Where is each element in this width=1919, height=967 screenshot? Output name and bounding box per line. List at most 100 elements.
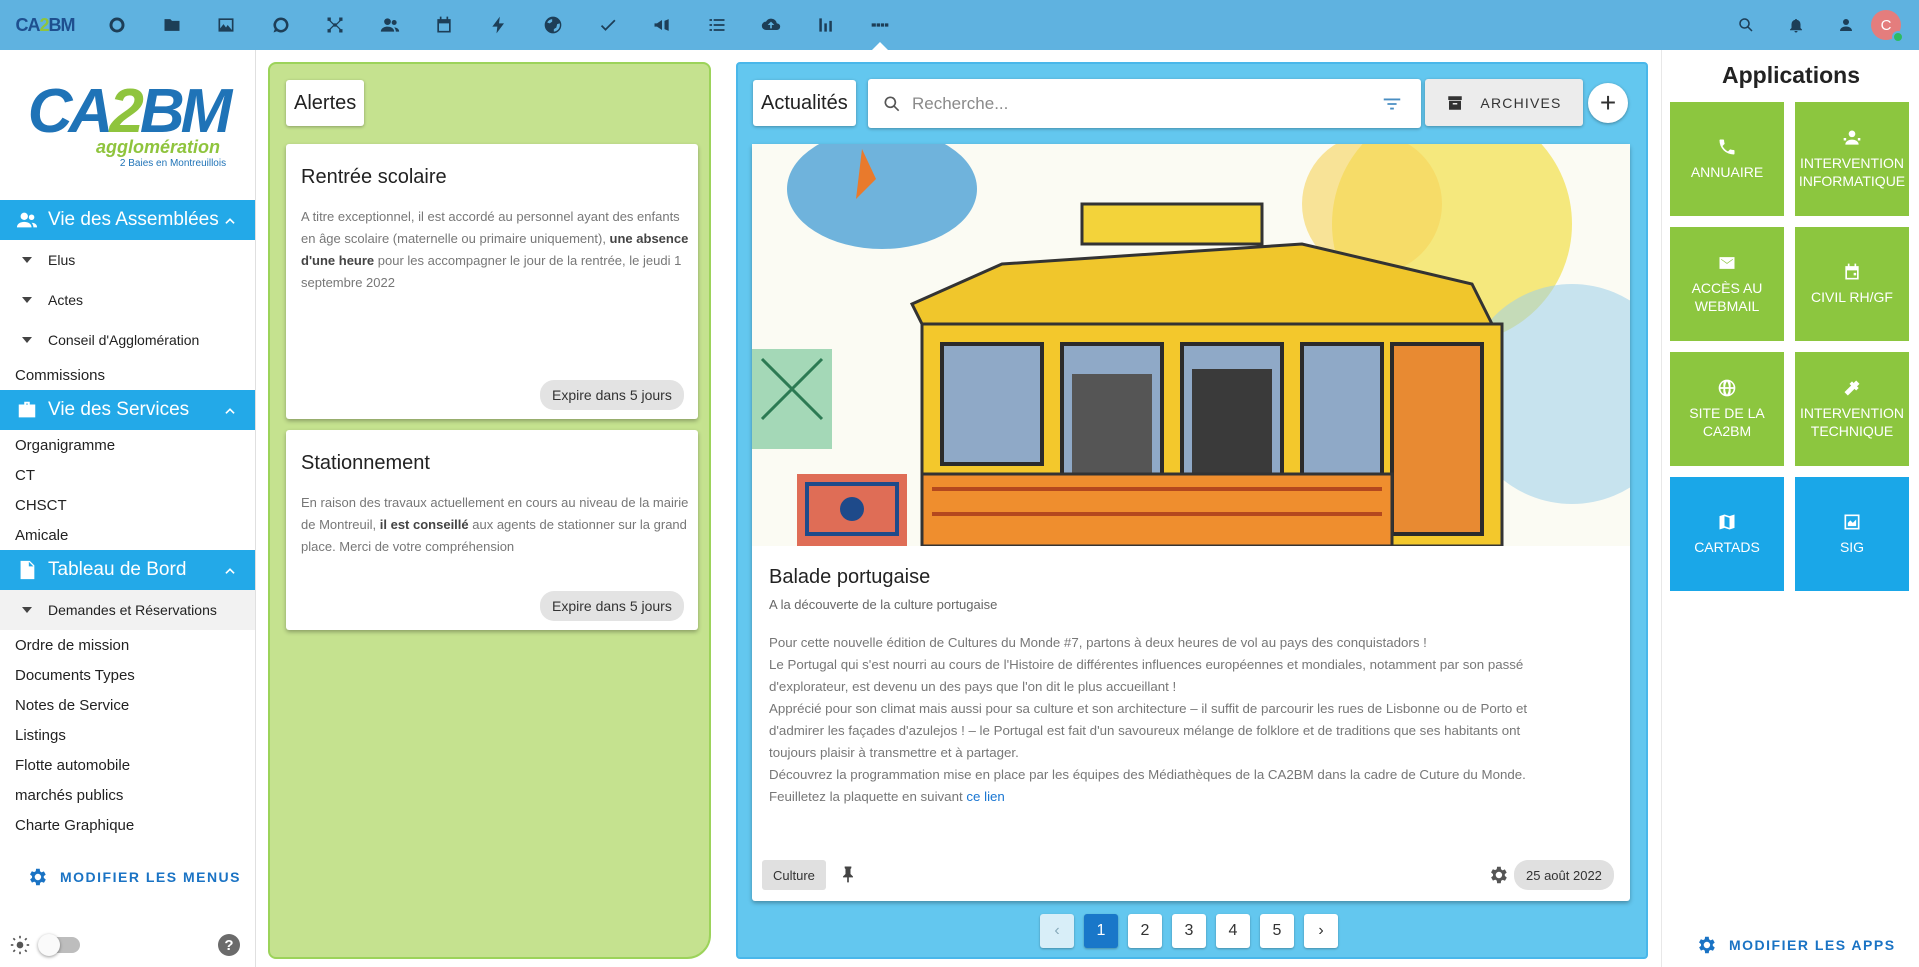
app-tile-cartads[interactable]: CARTADS [1670,477,1784,591]
sidebar-item-label: Actes [48,292,84,308]
network-icon[interactable] [308,0,363,50]
app-tile-label: ACCÈS AU WEBMAIL [1691,280,1763,314]
page-button[interactable]: 1 [1084,914,1118,948]
list-icon[interactable] [690,0,745,50]
sidebar-link-flotte-automobile[interactable]: Flotte automobile [0,750,255,780]
sidebar-link-chsct[interactable]: CHSCT [0,490,255,520]
sidebar-item-label: Elus [48,252,76,268]
pin-icon[interactable] [838,864,858,884]
article-line: Le Portugal qui s'est nourri au cours de… [769,657,1524,672]
app-tile-site-ca2bm[interactable]: SITE DE LA CA2BM [1670,352,1784,466]
modify-menus-button[interactable]: MODIFIER LES MENUS [26,866,241,888]
top-right-tools: C [1721,0,1919,50]
sidebar-link-marches-publics[interactable]: marchés publics [0,780,255,810]
sidebar-item-elus[interactable]: Elus [0,240,255,280]
app-tile-label: ANNUAIRE [1690,164,1764,180]
sidebar-link-amicale[interactable]: Amicale [0,520,255,550]
page-button[interactable]: 2 [1128,914,1162,948]
add-news-button[interactable]: + [1588,83,1628,123]
logo-text-left: CA [15,14,40,35]
ca2bm-logo-icon[interactable] [853,0,908,50]
toggle-knob [38,934,60,956]
previous-page-button[interactable]: ‹ [1040,914,1074,948]
sidebar-footer: ? [0,923,256,967]
cloud-upload-icon[interactable] [744,0,799,50]
sidebar-item-actes[interactable]: Actes [0,280,255,320]
article-title: Balade portugaise [769,566,931,588]
app-tile-sig[interactable]: SIG [1795,477,1909,591]
sidebar-link-documents-types[interactable]: Documents Types [0,660,255,690]
modify-apps-button[interactable]: MODIFIER LES APPS [1695,934,1896,956]
article-link[interactable]: ce lien [966,789,1004,804]
app-tile-intervention-technique[interactable]: INTERVENTION TECHNIQUE [1795,352,1909,466]
news-card[interactable]: Balade portugaise A la découverte de la … [752,144,1630,901]
filter-icon[interactable] [1381,93,1403,115]
image-icon[interactable] [199,0,254,50]
megaphone-icon[interactable] [635,0,690,50]
page-button[interactable]: 4 [1216,914,1250,948]
article-line: toujours plaisir à transmettre et à part… [769,745,1019,760]
sidebar-link-commissions[interactable]: Commissions [0,360,255,390]
app-tile-civil-rh-gf[interactable]: CIVIL RH/GF [1795,227,1909,341]
map-icon [1719,514,1735,530]
search-icon[interactable] [1721,0,1771,50]
sidebar-link-ordre-de-mission[interactable]: Ordre de mission [0,630,255,660]
app-tile-label: CARTADS [1694,539,1760,555]
expand-arrow-icon [22,257,32,263]
chat-icon[interactable] [254,0,309,50]
alert-card[interactable]: Stationnement En raison des travaux actu… [286,430,698,630]
account-icon[interactable] [1821,0,1871,50]
circle-icon[interactable] [90,0,145,50]
gear-icon[interactable] [1487,864,1509,886]
article-date-badge: 25 août 2022 [1514,860,1614,890]
left-sidebar: CA2BM agglomération 2 Baies en Montreuil… [0,50,256,967]
document-icon [20,560,35,580]
sidebar-link-listings[interactable]: Listings [0,720,255,750]
expand-arrow-icon [22,297,32,303]
ca2bm-small-logo[interactable]: CA 2 BM [0,0,90,50]
users-icon [16,212,38,228]
sidebar-item-conseil[interactable]: Conseil d'Agglomération [0,320,255,360]
avatar[interactable]: C [1871,10,1904,43]
category-tag[interactable]: Culture [762,860,826,890]
calendar-icon [1845,263,1859,280]
search-input[interactable]: Recherche... [868,79,1421,128]
app-tile-label: INTERVENTION INFORMATIQUE [1798,155,1906,189]
page-button[interactable]: 3 [1172,914,1206,948]
article-line: Découvrez la programmation mise en place… [769,767,1526,782]
app-tile-webmail[interactable]: ACCÈS AU WEBMAIL [1670,227,1784,341]
bolt-icon[interactable] [472,0,527,50]
section-title: Vie des Assemblées [48,209,219,230]
tram-illustration [752,144,1630,546]
top-nav [90,0,908,50]
app-tile-annuaire[interactable]: ANNUAIRE [1670,102,1784,216]
sidebar-link-organigramme[interactable]: Organigramme [0,430,255,460]
sidebar-item-demandes[interactable]: Demandes et Réservations [0,590,255,630]
app-tile-label: CIVIL RH/GF [1811,289,1893,305]
bell-icon[interactable] [1771,0,1821,50]
help-icon[interactable]: ? [218,934,240,956]
theme-toggle[interactable] [38,934,80,956]
folder-icon[interactable] [145,0,200,50]
archives-button[interactable]: ARCHIVES [1425,79,1583,126]
bar-chart-icon[interactable] [799,0,854,50]
support-icon [1843,130,1861,145]
globe-icon[interactable] [526,0,581,50]
article-line: Pour cette nouvelle édition de Cultures … [769,635,1427,650]
section-vie-des-assemblees[interactable]: Vie des Assemblées [0,200,255,240]
sidebar-link-notes-de-service[interactable]: Notes de Service [0,690,255,720]
ca2bm-logo[interactable]: CA2BM agglomération 2 Baies en Montreuil… [0,50,256,200]
section-tableau-de-bord[interactable]: Tableau de Bord [0,550,255,590]
next-page-button[interactable]: › [1304,914,1338,948]
sidebar-link-ct[interactable]: CT [0,460,255,490]
avatar-letter: C [1880,16,1892,34]
article-illustration [752,144,1630,546]
section-vie-des-services[interactable]: Vie des Services [0,390,255,430]
app-tile-intervention-informatique[interactable]: INTERVENTION INFORMATIQUE [1795,102,1909,216]
alert-card[interactable]: Rentrée scolaire A titre exceptionnel, i… [286,144,698,419]
users-icon[interactable] [363,0,418,50]
sidebar-link-charte-graphique[interactable]: Charte Graphique [0,810,255,840]
check-icon[interactable] [581,0,636,50]
calendar-icon[interactable] [417,0,472,50]
page-button[interactable]: 5 [1260,914,1294,948]
